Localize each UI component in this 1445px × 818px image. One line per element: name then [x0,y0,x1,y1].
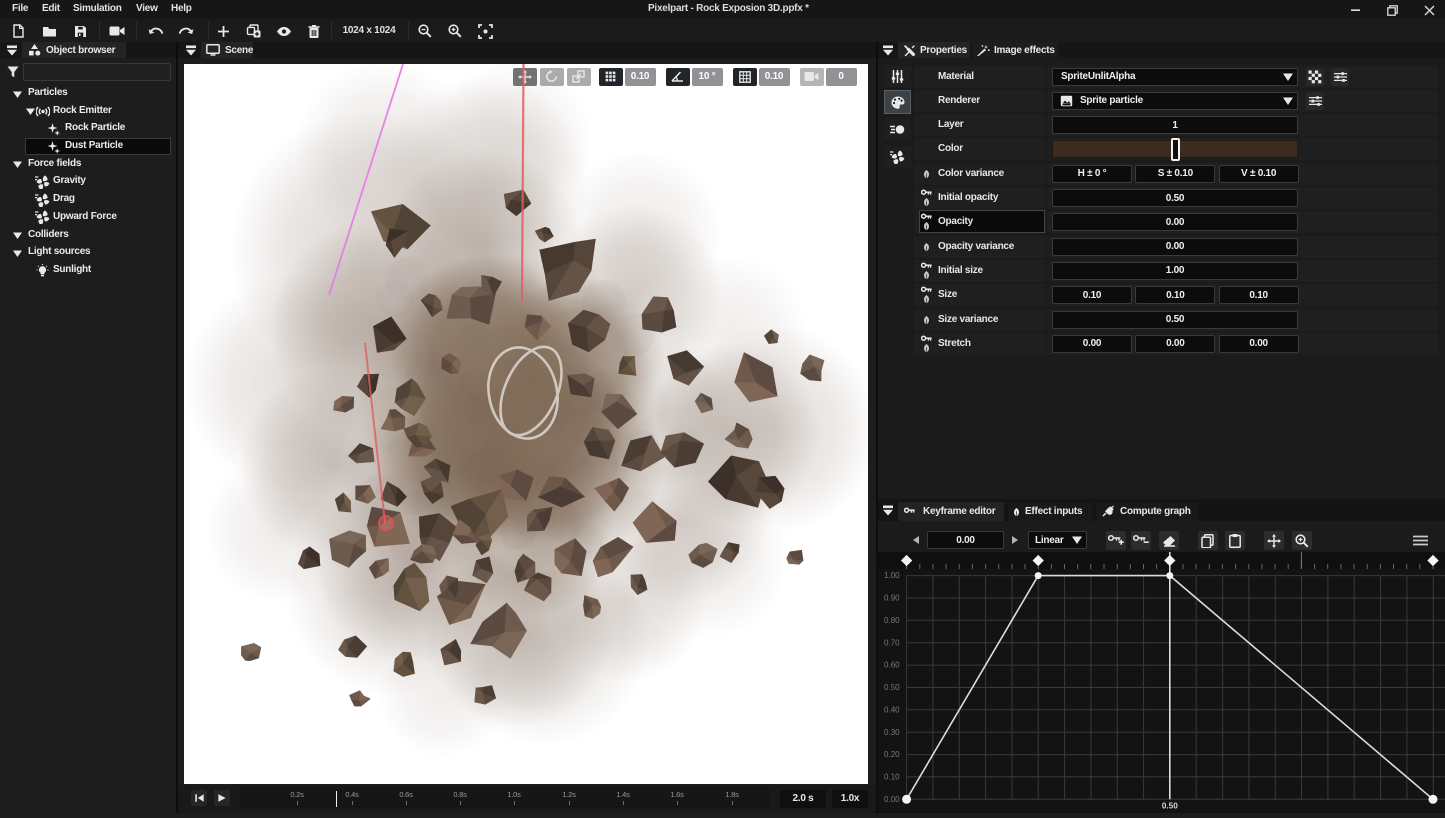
svg-text:0.40: 0.40 [884,705,900,714]
svg-text:0.50: 0.50 [1162,801,1178,810]
svg-text:1.00: 1.00 [884,571,900,580]
svg-text:0.30: 0.30 [884,728,900,737]
svg-text:0.50: 0.50 [884,683,900,692]
svg-text:0.80: 0.80 [884,616,900,625]
svg-text:0.10: 0.10 [884,773,900,782]
svg-text:0.70: 0.70 [884,638,900,647]
svg-text:0.60: 0.60 [884,661,900,670]
svg-text:0.00: 0.00 [884,795,900,804]
svg-text:0.20: 0.20 [884,750,900,759]
svg-text:0.90: 0.90 [884,594,900,603]
